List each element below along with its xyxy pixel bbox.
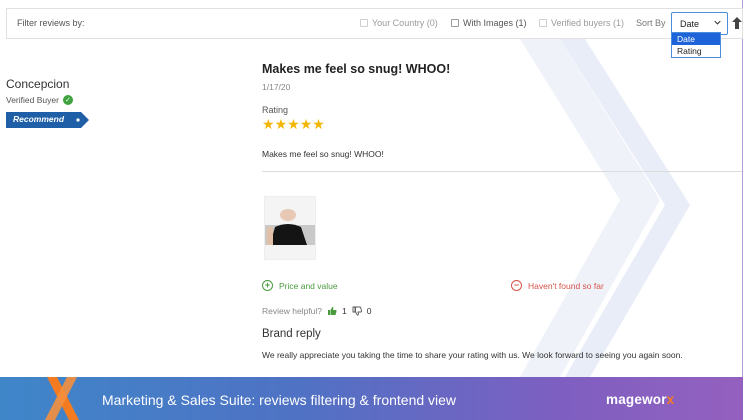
filter-your-country-checkbox[interactable]: Your Country (0) [360, 18, 438, 28]
star-icon: ★ [299, 116, 313, 132]
brand-wordmark-main: magewor [606, 392, 667, 407]
filter-with-images-checkbox[interactable]: With Images (1) [451, 18, 527, 28]
sort-option-date[interactable]: Date [672, 33, 720, 45]
review-date: 1/17/20 [262, 82, 291, 92]
checkbox-icon[interactable] [539, 19, 547, 27]
filter-with-images-label: With Images (1) [463, 18, 527, 28]
rating-label: Rating [262, 105, 289, 115]
sort-dropdown-menu: Date Rating [671, 32, 721, 58]
divider [262, 171, 742, 172]
thumbs-down-icon[interactable] [352, 306, 362, 316]
thumbs-up-icon[interactable] [327, 306, 337, 316]
arrow-up-icon[interactable] [732, 17, 742, 29]
pros-text: Price and value [279, 280, 338, 291]
checkbox-icon[interactable] [360, 19, 368, 27]
recommend-label: Recommend [13, 114, 65, 124]
star-icon: ★ [274, 116, 288, 132]
brand-wordmark-x: x [666, 392, 675, 407]
review-author: Concepcion Verified Buyer ✓ Recommend [6, 77, 89, 128]
brand-reply-text: We really appreciate you taking the time… [262, 350, 683, 360]
review-filter-bar: Filter reviews by: Your Country (0) With… [6, 8, 743, 39]
review-card: Makes me feel so snug! WHOO! 1/17/20 Rat… [262, 62, 742, 360]
person-photo-icon [265, 197, 315, 259]
review-pros: + Price and value [262, 280, 338, 291]
sort-by-label: Sort By [636, 18, 666, 28]
filter-verified-buyers-checkbox[interactable]: Verified buyers (1) [539, 18, 624, 28]
promo-banner: Marketing & Sales Suite: reviews filteri… [0, 377, 743, 420]
helpful-label: Review helpful? [262, 306, 323, 316]
sort-option-rating[interactable]: Rating [672, 45, 720, 57]
helpful-no-count: 0 [366, 306, 372, 316]
check-circle-icon: ✓ [62, 95, 73, 105]
helpful-yes-count: 1 [342, 306, 347, 316]
recommend-badge: Recommend [6, 112, 89, 128]
cons-text: Haven't found so far [528, 280, 604, 291]
filter-your-country-label: Your Country (0) [372, 18, 438, 28]
verified-buyer-label: Verified Buyer [6, 95, 59, 105]
checkbox-icon[interactable] [451, 19, 459, 27]
review-body: Makes me feel so snug! WHOO! [262, 149, 384, 159]
banner-title: Marketing & Sales Suite: reviews filteri… [102, 392, 457, 408]
verified-buyer: Verified Buyer ✓ [6, 95, 73, 105]
review-title: Makes me feel so snug! WHOO! [262, 62, 451, 76]
filter-verified-buyers-label: Verified buyers (1) [551, 18, 625, 28]
sort-select-value: Date [680, 19, 700, 29]
plus-circle-icon: + [262, 280, 273, 291]
brand-wordmark: mageworx [606, 392, 674, 407]
review-cons: − Haven't found so far [511, 280, 604, 291]
author-name: Concepcion [6, 77, 70, 91]
rating-stars: ★ ★ ★ ★ ★ [262, 117, 742, 131]
star-icon: ★ [262, 116, 275, 132]
review-helpful: Review helpful? 1 0 [262, 306, 371, 316]
mageworx-x-logo-icon [45, 377, 79, 420]
chevron-down-icon [714, 20, 721, 25]
minus-circle-icon: − [511, 280, 522, 291]
filter-label: Filter reviews by: [17, 18, 85, 28]
star-icon: ★ [287, 116, 300, 132]
star-icon: ★ [312, 116, 325, 132]
brand-reply-title: Brand reply [262, 328, 321, 340]
review-photo-thumbnail[interactable] [264, 196, 316, 260]
